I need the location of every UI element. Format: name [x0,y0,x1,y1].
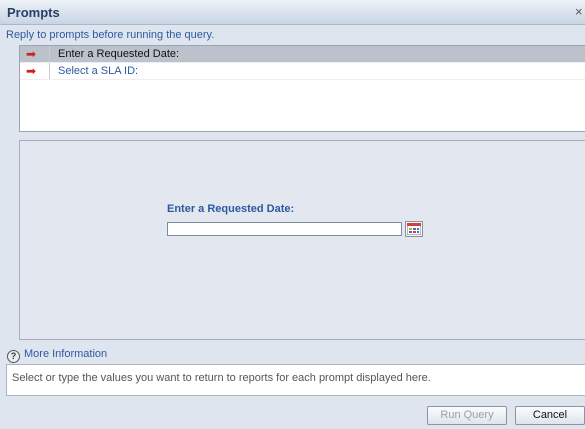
prompt-item-label: Select a SLA ID: [58,65,139,77]
requested-date-input[interactable] [167,222,402,236]
run-query-button[interactable]: Run Query [427,406,507,425]
help-icon: ? [7,350,20,363]
window-title: Prompts [7,5,60,20]
information-box: Select or type the values you want to re… [6,364,585,396]
title-bar: Prompts × [0,0,585,25]
close-icon[interactable]: × [575,4,583,19]
red-arrow-icon: ➡ [26,64,37,78]
cancel-button[interactable]: Cancel [515,406,585,425]
row-divider [49,46,50,62]
prompt-title: Enter a Requested Date: [167,203,295,215]
calendar-icon[interactable] [405,221,423,237]
more-information-link[interactable]: ? More Information [7,348,107,363]
more-information-label: More Information [24,348,108,360]
prompt-item-requested-date[interactable]: ➡ Enter a Requested Date: [20,46,585,63]
prompt-item-label: Enter a Requested Date: [58,48,180,60]
red-arrow-icon: ➡ [26,47,37,61]
prompt-item-sla-id[interactable]: ➡ Select a SLA ID: [20,63,585,80]
row-divider [49,63,50,79]
instructions-text: Reply to prompts before running the quer… [6,29,215,41]
prompt-detail-panel: Enter a Requested Date: [19,140,585,340]
prompt-list: ➡ Enter a Requested Date: ➡ Select a SLA… [19,45,585,132]
